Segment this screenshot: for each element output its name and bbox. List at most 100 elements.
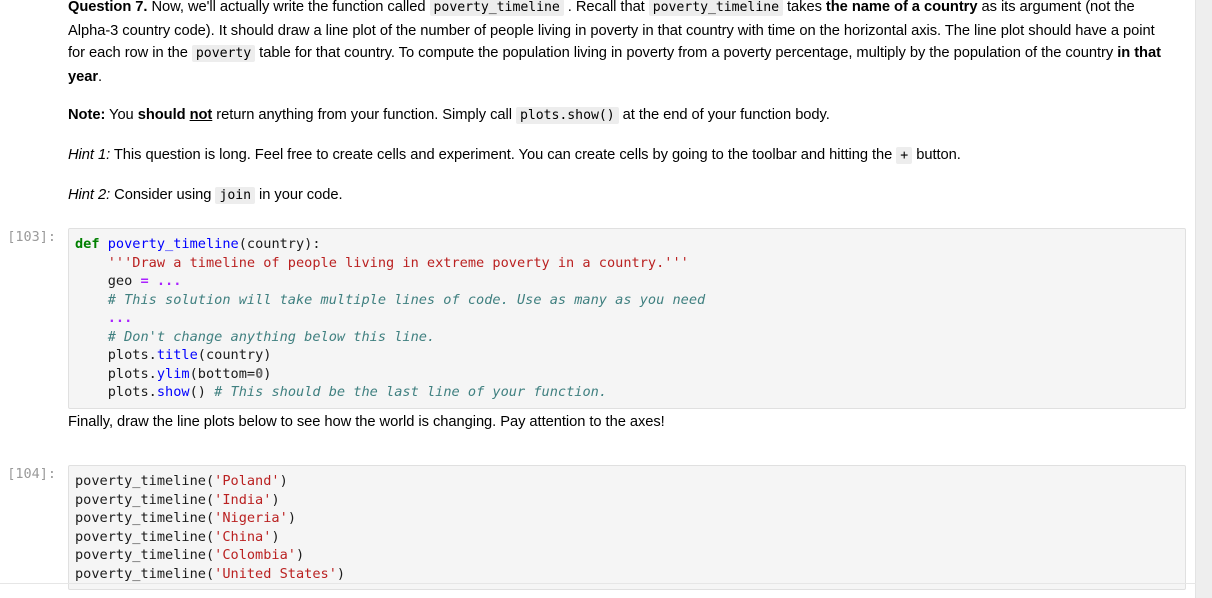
token-ellipsis: ... <box>107 310 133 327</box>
code-line: plots.show() # This should be the last l… <box>75 383 1185 402</box>
inline-code-plots-show: plots.show() <box>515 107 619 125</box>
hint1-label: Hint 1: <box>68 146 111 163</box>
code-line: # This solution will take multiple lines… <box>75 291 1185 310</box>
token-ellipsis: ... <box>156 273 182 290</box>
token-operator-equals: = <box>140 273 149 290</box>
token-paren-open: ( <box>205 565 215 582</box>
hint1-paragraph: Hint 1: This question is long. Feel free… <box>68 144 1175 168</box>
token-call-name: poverty_timeline <box>75 491 206 508</box>
cell-prompt-104: [104]: <box>7 466 56 482</box>
token-paren-open: ( <box>205 528 215 545</box>
inline-code-poverty-timeline: poverty_timeline <box>429 0 564 16</box>
code-line: poverty_timeline('India') <box>75 491 1185 510</box>
question-paragraph: Question 7. Now, we'll actually write th… <box>68 0 1175 88</box>
text-run: . Recall that <box>563 0 649 15</box>
text-run: at the end of your function body. <box>618 107 830 124</box>
text-run: table for that country. To compute the p… <box>255 45 1118 62</box>
code-editor-103[interactable]: def poverty_timeline(country): '''Draw a… <box>68 228 1186 409</box>
token-call-name: poverty_timeline <box>75 528 206 545</box>
hint2-paragraph: Hint 2: Consider using join in your code… <box>68 184 1175 208</box>
token-attr-show: show <box>156 384 190 401</box>
token-call-name: poverty_timeline <box>75 547 206 564</box>
finally-paragraph: Finally, draw the line plots below to se… <box>68 414 665 430</box>
note-paragraph: Note: You should not return anything fro… <box>68 104 1175 128</box>
text-run: Now, we'll actually write the function c… <box>147 0 430 15</box>
inline-code-join: join <box>215 186 256 204</box>
underline-not: not <box>189 107 213 124</box>
text-run: . <box>98 68 103 85</box>
code-line: '''Draw a timeline of people living in e… <box>75 254 1185 273</box>
code-line: geo = ... <box>75 272 1185 291</box>
emphasis-name-of-country: the name of a country <box>825 0 978 15</box>
code-line: poverty_timeline('Colombia') <box>75 546 1185 565</box>
code-line: # Don't change anything below this line. <box>75 328 1185 347</box>
inline-code-plus-button: + <box>896 146 913 164</box>
code-line: poverty_timeline('Poland') <box>75 472 1185 491</box>
token-paren-close: ) <box>279 473 288 489</box>
markdown-cell-question-7[interactable]: Question 7. Now, we'll actually write th… <box>68 0 1175 207</box>
token-ylim-args-close: ) <box>263 365 272 382</box>
token-title-args: (country) <box>197 347 272 364</box>
token-call-name: poverty_timeline <box>75 565 206 582</box>
emphasis-not: not <box>190 107 213 123</box>
question-label: Question 7. <box>68 0 148 15</box>
text-run: This question is long. Feel free to crea… <box>110 146 897 163</box>
token-comment-3: # This should be the last line of your f… <box>214 384 608 401</box>
code-line: plots.ylim(bottom=0) <box>75 365 1185 384</box>
notebook-page: Question 7. Now, we'll actually write th… <box>0 0 1212 598</box>
code-line: poverty_timeline('China') <box>75 528 1185 547</box>
emphasis-should: should <box>137 107 186 124</box>
token-paren-close: ) <box>295 547 305 564</box>
markdown-cell-finally[interactable]: Finally, draw the line plots below to se… <box>68 411 1175 434</box>
code-line: ... <box>75 309 1185 328</box>
token-variable-geo: geo <box>107 273 133 290</box>
token-show-args: () <box>189 384 206 401</box>
code-line: poverty_timeline('Nigeria') <box>75 509 1185 528</box>
token-function-name: poverty_timeline <box>107 236 239 252</box>
text-run: button. <box>912 146 961 163</box>
token-paren-open: ( <box>205 473 215 489</box>
token-params: (country): <box>238 236 321 252</box>
token-paren-close: ) <box>271 491 280 508</box>
token-paren-open: ( <box>205 491 215 508</box>
code-line: plots.title(country) <box>75 346 1185 365</box>
token-ylim-args-open: (bottom= <box>189 365 256 382</box>
token-paren-close: ) <box>287 510 296 527</box>
inline-code-poverty: poverty <box>191 45 256 63</box>
notebook-sheet: Question 7. Now, we'll actually write th… <box>0 0 1196 598</box>
token-module-plots: plots. <box>107 347 157 364</box>
token-arg-country: 'Nigeria' <box>214 510 288 527</box>
token-keyword-def: def <box>75 236 100 252</box>
code-line: def poverty_timeline(country): <box>75 235 1185 254</box>
note-label: Note: <box>68 107 106 124</box>
token-comment-2: # Don't change anything below this line. <box>107 328 436 345</box>
code-editor-104[interactable]: poverty_timeline('Poland') poverty_timel… <box>68 465 1186 591</box>
token-arg-country: 'United States' <box>214 565 337 582</box>
token-module-plots: plots. <box>107 384 157 401</box>
token-arg-country: 'China' <box>214 528 272 545</box>
code-line: poverty_timeline('United States') <box>75 565 1185 584</box>
token-call-name: poverty_timeline <box>75 473 206 489</box>
text-run: return anything from your function. Simp… <box>212 107 516 124</box>
token-call-name: poverty_timeline <box>75 510 206 527</box>
token-docstring: '''Draw a timeline of people living in e… <box>107 254 689 271</box>
token-module-plots: plots. <box>107 365 157 382</box>
inline-code-poverty-timeline: poverty_timeline <box>648 0 783 16</box>
cell-separator-rule <box>0 583 1196 584</box>
token-comment-1: # This solution will take multiple lines… <box>107 291 706 308</box>
token-arg-country: 'India' <box>214 491 272 508</box>
notebook-content: Question 7. Now, we'll actually write th… <box>0 0 1196 598</box>
text-run: You <box>105 107 138 124</box>
token-paren-open: ( <box>205 510 215 527</box>
token-paren-close: ) <box>271 528 280 545</box>
